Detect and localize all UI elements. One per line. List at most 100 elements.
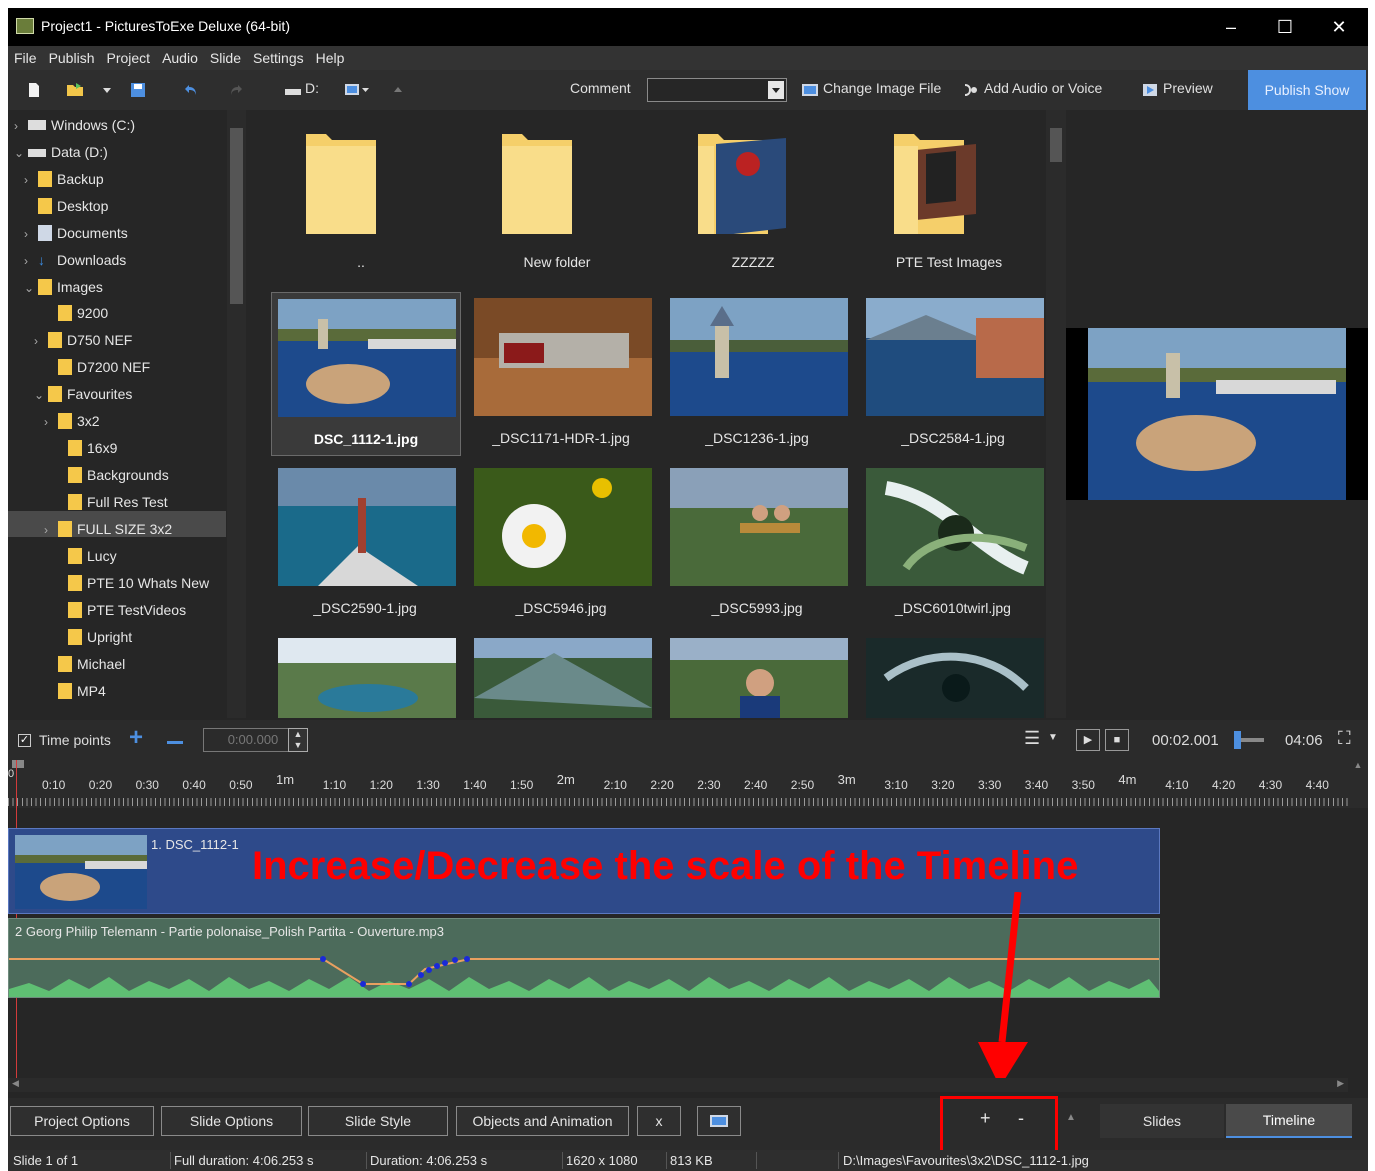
- tree-item-images[interactable]: ⌄ Images: [24, 275, 103, 299]
- timeline-hscrollbar[interactable]: ◀ ▶: [8, 1078, 1348, 1092]
- tree-item-downloads[interactable]: › ↓ Downloads: [24, 248, 126, 272]
- menu-audio[interactable]: Audio: [156, 46, 204, 70]
- menu-file[interactable]: File: [8, 46, 43, 70]
- time-points-checkbox[interactable]: ✓: [18, 734, 31, 747]
- menu-settings[interactable]: Settings: [247, 46, 310, 70]
- tree-item-favourites[interactable]: ⌄ Favourites: [34, 382, 132, 406]
- drive-icon: [28, 120, 46, 130]
- tree-scrollbar[interactable]: [227, 110, 246, 718]
- preview-image: [1066, 328, 1368, 500]
- timeline-toolbar: ✓ Time points + 0:00.000 ▲ ▼ ☰ ▼ ▶ ■ 00:0…: [8, 720, 1368, 760]
- file-item-selected[interactable]: DSC_1112-1.jpg: [271, 292, 461, 456]
- play-button[interactable]: ▶: [1076, 729, 1100, 751]
- file-item[interactable]: _DSC5993.jpg: [662, 462, 852, 626]
- playhead-marker[interactable]: [12, 760, 24, 768]
- tree-item-documents[interactable]: › Documents: [24, 221, 128, 245]
- remove-time-point-button[interactable]: [167, 741, 183, 744]
- timeline-ruler[interactable]: 0 ▲ 0:10 0:20 0:30 0:40 0:50 1m 1:10 1:20 1:30 1:…: [8, 760, 1368, 808]
- up-arrow-icon[interactable]: ▲: [1066, 1112, 1076, 1123]
- file-item[interactable]: _DSC1236-1.jpg: [662, 292, 852, 456]
- view-mode-icon[interactable]: [344, 82, 370, 98]
- menu-help[interactable]: Help: [310, 46, 351, 70]
- tree-scrollbar-thumb[interactable]: [230, 128, 243, 304]
- objects-animation-button[interactable]: Objects and Animation: [456, 1106, 629, 1136]
- menu-project[interactable]: Project: [100, 46, 156, 70]
- maximize-button[interactable]: ☐: [1262, 12, 1308, 42]
- tree-item-16x9[interactable]: 16x9: [68, 436, 117, 460]
- menu-publish[interactable]: Publish: [43, 46, 101, 70]
- tree-item-3x2[interactable]: › 3x2: [44, 409, 100, 433]
- ruler-tick-label: 1:50: [510, 778, 534, 792]
- x-button[interactable]: x: [637, 1106, 681, 1136]
- files-scrollbar-thumb[interactable]: [1050, 128, 1062, 162]
- stop-button[interactable]: ■: [1105, 729, 1129, 751]
- folder-icon: [48, 332, 62, 348]
- preview-button[interactable]: Preview: [1163, 80, 1213, 102]
- folder-item-zzzzz[interactable]: ZZZZZ: [658, 124, 848, 274]
- status-slide: Slide 1 of 1: [13, 1153, 79, 1168]
- tree-item-pte10-whats-new[interactable]: PTE 10 Whats New: [68, 571, 209, 595]
- timeline-scroll-up[interactable]: ▲: [1348, 760, 1368, 808]
- up-arrow-icon[interactable]: [393, 82, 403, 98]
- tree-item-data-d[interactable]: ⌄ Data (D:): [14, 140, 108, 164]
- list-menu-icon[interactable]: ☰: [1024, 728, 1040, 749]
- slide-style-button[interactable]: Slide Style: [308, 1106, 448, 1136]
- add-audio-button[interactable]: Add Audio or Voice: [984, 80, 1102, 102]
- tree-item-pte-testvideos[interactable]: PTE TestVideos: [68, 598, 186, 622]
- add-time-point-button[interactable]: +: [129, 724, 143, 752]
- close-button[interactable]: ✕: [1316, 12, 1362, 42]
- tree-item-upright[interactable]: Upright: [68, 625, 132, 649]
- chevron-down-icon[interactable]: [768, 81, 784, 99]
- tree-item-michael[interactable]: Michael: [58, 652, 125, 676]
- tree-item-full-size-3x2[interactable]: › FULL SIZE 3x2: [44, 517, 172, 541]
- tree-item-mp4[interactable]: MP4: [58, 679, 106, 703]
- undo-icon[interactable]: [183, 82, 199, 98]
- chevron-down-icon[interactable]: [102, 82, 112, 98]
- screen-button[interactable]: [697, 1106, 741, 1136]
- open-project-icon[interactable]: [66, 82, 86, 98]
- new-project-icon[interactable]: [26, 82, 42, 98]
- minimize-button[interactable]: –: [1208, 12, 1254, 42]
- volume-slider-thumb[interactable]: [1234, 731, 1241, 749]
- tree-item-backgrounds[interactable]: Backgrounds: [68, 463, 169, 487]
- file-item[interactable]: _DSC2590-1.jpg: [270, 462, 460, 626]
- folder-item-parent[interactable]: ..: [266, 124, 456, 274]
- time-spinner[interactable]: ▲ ▼: [288, 728, 308, 752]
- tab-timeline[interactable]: Timeline: [1226, 1104, 1352, 1138]
- photo-thumbnail: [278, 468, 456, 586]
- file-item[interactable]: _DSC2584-1.jpg: [858, 292, 1048, 456]
- file-item[interactable]: _DSC6010twirl.jpg: [858, 462, 1048, 626]
- change-image-button[interactable]: Change Image File: [823, 80, 941, 102]
- volume-slider[interactable]: [1234, 731, 1264, 749]
- save-icon[interactable]: [130, 82, 146, 98]
- project-options-button[interactable]: Project Options: [10, 1106, 154, 1136]
- tree-item-lucy[interactable]: Lucy: [68, 544, 117, 568]
- photo-thumbnail[interactable]: [474, 638, 652, 718]
- tree-item-desktop[interactable]: Desktop: [38, 194, 108, 218]
- tree-item-windows-c[interactable]: › Windows (C:): [14, 113, 135, 137]
- chevron-down-icon[interactable]: ▼: [1048, 732, 1058, 743]
- tree-item-backup[interactable]: › Backup: [24, 167, 104, 191]
- comment-combobox[interactable]: [647, 78, 787, 102]
- file-item[interactable]: _DSC5946.jpg: [466, 462, 656, 626]
- tree-item-full-res-test[interactable]: Full Res Test: [68, 490, 168, 514]
- photo-thumbnail[interactable]: [278, 638, 456, 718]
- slide-options-button[interactable]: Slide Options: [161, 1106, 302, 1136]
- folder-item-pte-test-images[interactable]: PTE Test Images: [854, 124, 1044, 274]
- folder-item-new-folder[interactable]: New folder: [462, 124, 652, 274]
- photo-thumbnail[interactable]: [866, 638, 1044, 718]
- redo-icon[interactable]: [228, 82, 244, 98]
- publish-show-button[interactable]: Publish Show: [1248, 70, 1366, 110]
- folder-tree: › Windows (C:) ⌄ Data (D:) › Backup Desktop…: [8, 110, 246, 718]
- menu-slide[interactable]: Slide: [204, 46, 247, 70]
- fullscreen-icon[interactable]: ⛶: [1338, 728, 1351, 749]
- photo-thumbnail[interactable]: [670, 638, 848, 718]
- file-item[interactable]: _DSC1171-HDR-1.jpg: [466, 292, 656, 456]
- files-scrollbar[interactable]: [1046, 110, 1066, 718]
- tree-item-d7200-nef[interactable]: D7200 NEF: [58, 355, 150, 379]
- drive-label[interactable]: D:: [305, 80, 319, 102]
- tree-item-d750-nef[interactable]: › D750 NEF: [34, 328, 132, 352]
- tab-slides[interactable]: Slides: [1100, 1104, 1224, 1138]
- photo-thumbnail: [474, 468, 652, 586]
- tree-item-9200[interactable]: 9200: [58, 301, 108, 325]
